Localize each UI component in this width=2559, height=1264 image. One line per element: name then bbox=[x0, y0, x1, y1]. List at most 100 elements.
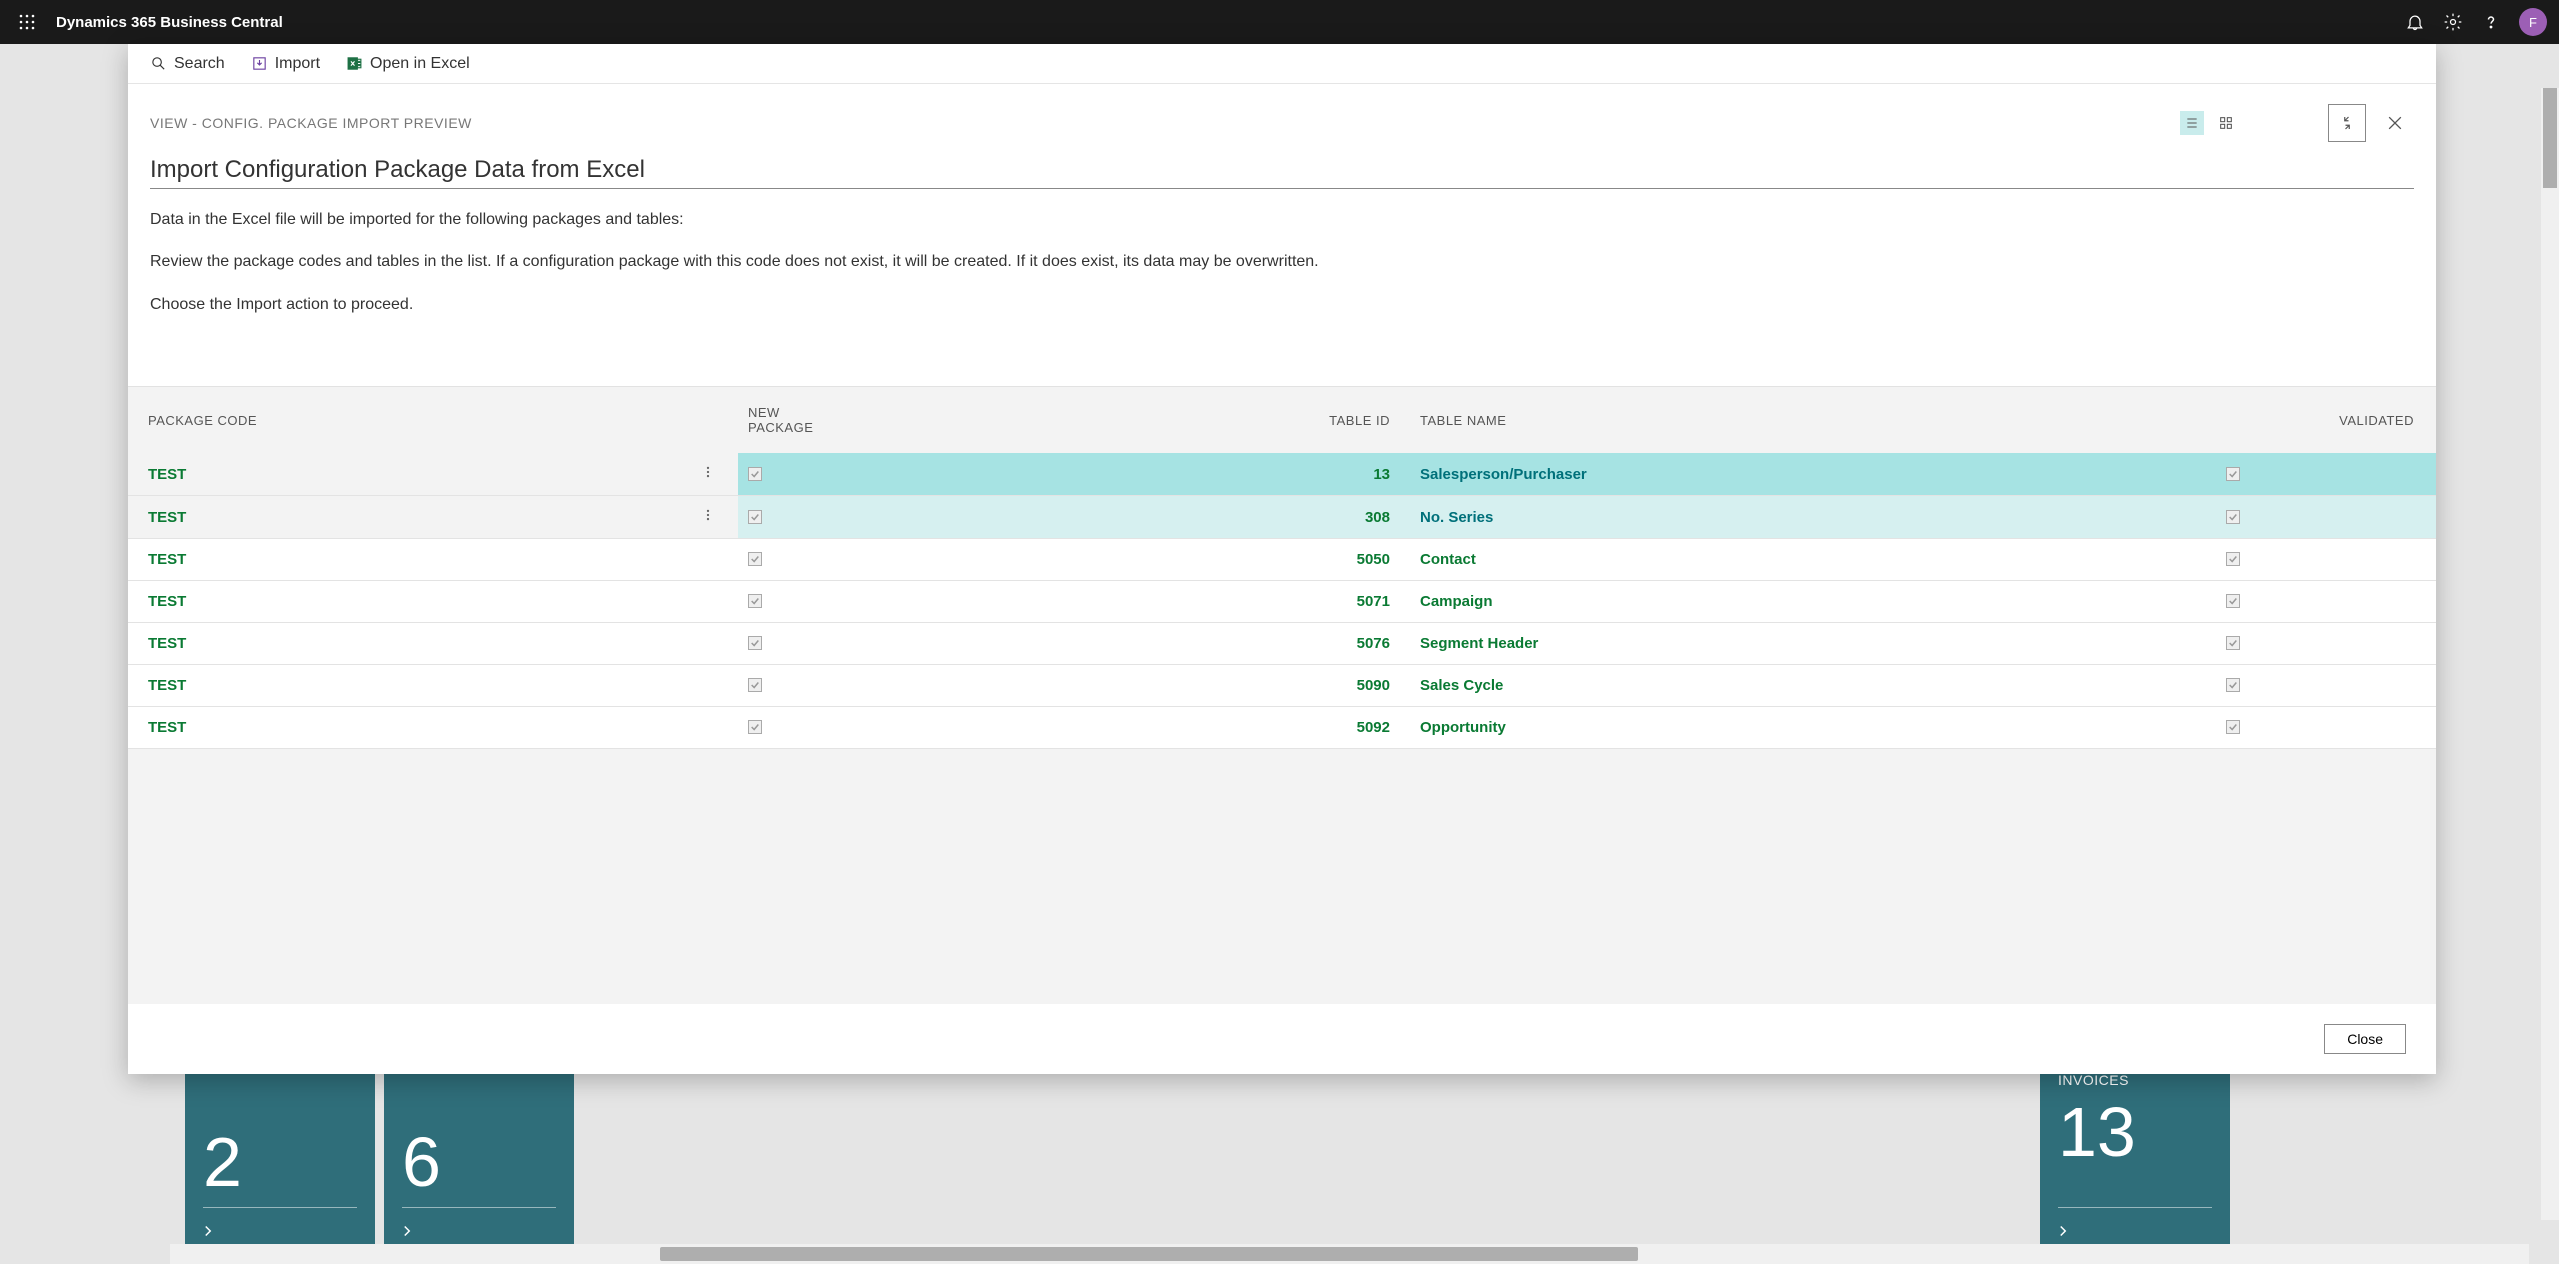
row-menu-button[interactable] bbox=[678, 665, 738, 707]
cell-package-code[interactable]: TEST bbox=[128, 707, 678, 749]
row-menu-button[interactable] bbox=[678, 707, 738, 749]
open-excel-action-label: Open in Excel bbox=[370, 55, 470, 73]
checkbox[interactable] bbox=[748, 678, 762, 692]
dashboard-tile[interactable]: 2 bbox=[185, 1062, 375, 1252]
cell-validated bbox=[2226, 581, 2436, 623]
vertical-scrollbar-track[interactable] bbox=[2541, 88, 2559, 1220]
cell-package-code[interactable]: TEST bbox=[128, 623, 678, 665]
cell-table-name[interactable]: Salesperson/Purchaser bbox=[1408, 453, 2226, 496]
tiles-view-toggle[interactable] bbox=[2214, 111, 2238, 135]
tile-number: 6 bbox=[402, 1122, 441, 1202]
tile-divider bbox=[203, 1207, 357, 1208]
cell-table-id[interactable]: 5071 bbox=[808, 581, 1408, 623]
row-menu-button[interactable] bbox=[678, 496, 738, 539]
tile-divider bbox=[402, 1207, 556, 1208]
preview-table: PACKAGE CODE NEW PACKAGE TABLE ID TABLE … bbox=[128, 387, 2436, 749]
cell-table-name[interactable]: Segment Header bbox=[1408, 623, 2226, 665]
cell-table-id[interactable]: 5050 bbox=[808, 539, 1408, 581]
cell-table-id[interactable]: 308 bbox=[808, 496, 1408, 539]
cell-package-code[interactable]: TEST bbox=[128, 539, 678, 581]
tile-chevron[interactable] bbox=[2054, 1222, 2072, 1240]
settings-button[interactable] bbox=[2443, 12, 2463, 32]
cell-table-id[interactable]: 5090 bbox=[808, 665, 1408, 707]
dialog-footer: Close bbox=[128, 1004, 2436, 1074]
list-view-toggle[interactable] bbox=[2180, 111, 2204, 135]
checkbox[interactable] bbox=[748, 720, 762, 734]
cell-package-code[interactable]: TEST bbox=[128, 581, 678, 623]
dialog-action-bar: Search Import Open in Excel bbox=[128, 44, 2436, 84]
cell-validated bbox=[2226, 539, 2436, 581]
checkbox[interactable] bbox=[2226, 636, 2240, 650]
col-new-package[interactable]: NEW PACKAGE bbox=[738, 387, 808, 453]
row-menu-button[interactable] bbox=[678, 623, 738, 665]
search-action-label: Search bbox=[174, 55, 225, 73]
checkbox[interactable] bbox=[2226, 678, 2240, 692]
topbar-left: Dynamics 365 Business Central bbox=[12, 7, 283, 37]
table-row[interactable]: TEST 5090Sales Cycle bbox=[128, 665, 2436, 707]
col-package-code[interactable]: PACKAGE CODE bbox=[128, 387, 678, 453]
checkbox[interactable] bbox=[748, 594, 762, 608]
help-button[interactable] bbox=[2481, 12, 2501, 32]
cell-table-name[interactable]: No. Series bbox=[1408, 496, 2226, 539]
dashboard-tile[interactable]: INVOICES 13 bbox=[2040, 1062, 2230, 1252]
horizontal-scrollbar-thumb[interactable] bbox=[660, 1247, 1638, 1261]
cell-table-name[interactable]: Contact bbox=[1408, 539, 2226, 581]
checkbox[interactable] bbox=[748, 636, 762, 650]
table-row[interactable]: TEST 5071Campaign bbox=[128, 581, 2436, 623]
dialog-header-row: VIEW - CONFIG. PACKAGE IMPORT PREVIEW bbox=[128, 84, 2436, 152]
checkbox[interactable] bbox=[748, 467, 762, 481]
horizontal-scrollbar-track[interactable] bbox=[170, 1244, 2529, 1264]
bell-icon bbox=[2405, 12, 2425, 32]
checkbox[interactable] bbox=[2226, 552, 2240, 566]
checkbox[interactable] bbox=[2226, 510, 2240, 524]
table-row[interactable]: TEST 13Salesperson/Purchaser bbox=[128, 453, 2436, 496]
col-row-menu bbox=[678, 387, 738, 453]
checkbox[interactable] bbox=[2226, 720, 2240, 734]
restore-window-button[interactable] bbox=[2328, 104, 2366, 142]
col-validated[interactable]: VALIDATED bbox=[2226, 387, 2436, 453]
table-row[interactable]: TEST 5050Contact bbox=[128, 539, 2436, 581]
row-menu-button[interactable] bbox=[678, 539, 738, 581]
cell-package-code[interactable]: TEST bbox=[128, 453, 678, 496]
chevron-right-icon bbox=[199, 1222, 217, 1240]
cell-table-id[interactable]: 5076 bbox=[808, 623, 1408, 665]
col-table-name[interactable]: TABLE NAME bbox=[1408, 387, 2226, 453]
table-row[interactable]: TEST 5092Opportunity bbox=[128, 707, 2436, 749]
cell-table-name[interactable]: Opportunity bbox=[1408, 707, 2226, 749]
notifications-button[interactable] bbox=[2405, 12, 2425, 32]
cell-new-package bbox=[738, 496, 808, 539]
table-row[interactable]: TEST 5076Segment Header bbox=[128, 623, 2436, 665]
tile-chevron[interactable] bbox=[398, 1222, 416, 1240]
dashboard-tile[interactable]: 6 bbox=[384, 1062, 574, 1252]
checkbox[interactable] bbox=[748, 552, 762, 566]
cell-table-name[interactable]: Sales Cycle bbox=[1408, 665, 2226, 707]
close-dialog-button[interactable] bbox=[2376, 104, 2414, 142]
close-button[interactable]: Close bbox=[2324, 1024, 2406, 1054]
checkbox[interactable] bbox=[748, 510, 762, 524]
row-menu-button[interactable] bbox=[678, 453, 738, 496]
row-menu-button[interactable] bbox=[678, 581, 738, 623]
cell-package-code[interactable]: TEST bbox=[128, 496, 678, 539]
cell-table-name[interactable]: Campaign bbox=[1408, 581, 2226, 623]
cell-package-code[interactable]: TEST bbox=[128, 665, 678, 707]
cell-validated bbox=[2226, 707, 2436, 749]
cell-table-id[interactable]: 13 bbox=[808, 453, 1408, 496]
import-action[interactable]: Import bbox=[251, 55, 320, 73]
user-avatar[interactable]: F bbox=[2519, 8, 2547, 36]
tile-chevron[interactable] bbox=[199, 1222, 217, 1240]
vertical-scrollbar-thumb[interactable] bbox=[2543, 88, 2557, 188]
open-excel-action[interactable]: Open in Excel bbox=[346, 55, 470, 73]
col-table-id[interactable]: TABLE ID bbox=[808, 387, 1408, 453]
search-action[interactable]: Search bbox=[150, 55, 225, 73]
checkbox[interactable] bbox=[2226, 594, 2240, 608]
cell-table-id[interactable]: 5092 bbox=[808, 707, 1408, 749]
gear-icon bbox=[2443, 12, 2463, 32]
checkbox[interactable] bbox=[2226, 467, 2240, 481]
app-launcher-button[interactable] bbox=[12, 7, 42, 37]
collapse-icon bbox=[2338, 114, 2356, 132]
question-icon bbox=[2481, 12, 2501, 32]
table-row[interactable]: TEST 308No. Series bbox=[128, 496, 2436, 539]
cell-validated bbox=[2226, 496, 2436, 539]
search-icon bbox=[150, 55, 167, 72]
description-line: Data in the Excel file will be imported … bbox=[150, 209, 2414, 231]
